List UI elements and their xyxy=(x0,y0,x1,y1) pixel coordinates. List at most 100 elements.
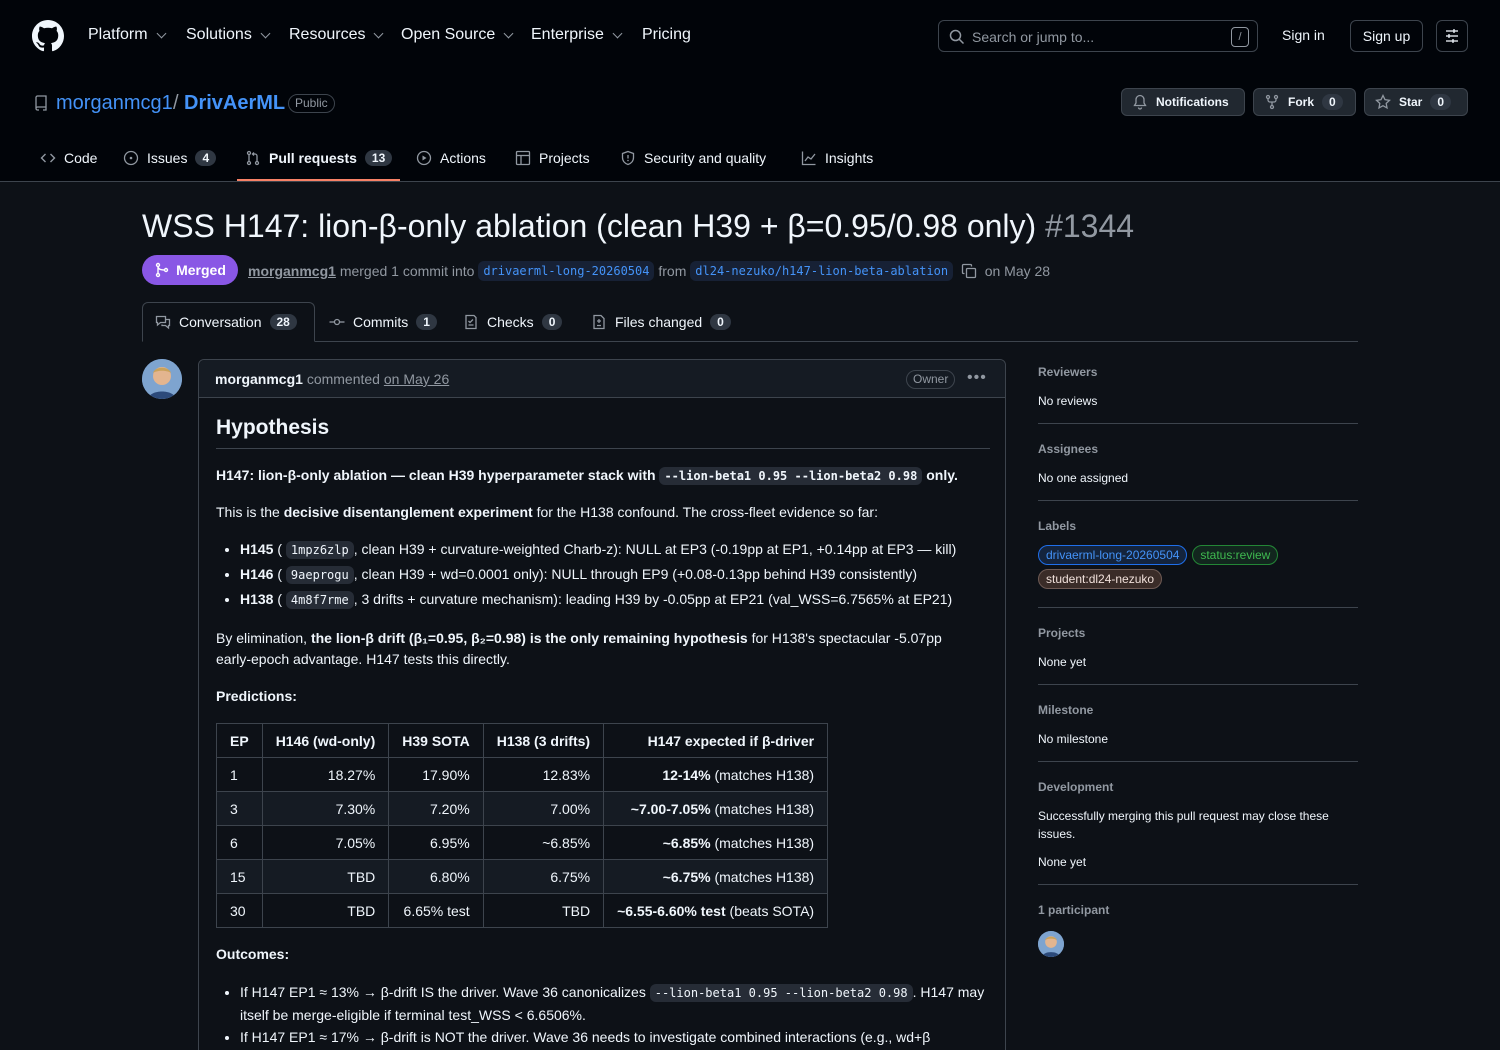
tab-issues[interactable]: Issues 4 xyxy=(123,150,217,166)
table-cell: 7.20% xyxy=(388,791,484,826)
sign-in-link[interactable]: Sign in xyxy=(1282,27,1325,43)
pr-tab-count: 0 xyxy=(710,314,731,330)
pr-tab-checks[interactable]: Checks 0 xyxy=(463,314,563,330)
sidebar-heading[interactable]: Reviewers xyxy=(1038,365,1358,379)
head-branch[interactable]: dl24-nezuko/h147-lion-beta-ablation xyxy=(690,261,954,281)
tab-projects[interactable]: Projects xyxy=(515,150,590,166)
nav-resources[interactable]: Resources xyxy=(289,26,384,44)
table-header: H39 SOTA xyxy=(388,723,484,758)
tab-label: Code xyxy=(64,150,98,166)
table-cell: ~7.00-7.05% (matches H138) xyxy=(603,791,829,826)
table-row: 6 7.05% 6.95% ~6.85% ~6.85% (matches H13… xyxy=(216,825,829,860)
expected-value: ~6.75% xyxy=(662,868,711,885)
outcome-text: If H147 EP1 ≈ 13% → β-drift IS the drive… xyxy=(240,984,646,1000)
nav-label: Platform xyxy=(88,26,148,43)
tab-security[interactable]: Security and quality xyxy=(620,150,766,166)
comment-byline: morganmcg1 commented on May 26 xyxy=(215,371,449,387)
table-header: H147 expected if β-driver xyxy=(603,723,829,758)
sidebar-heading[interactable]: Projects xyxy=(1038,626,1358,640)
tab-insights[interactable]: Insights xyxy=(801,150,873,166)
expected-note: (matches H138) xyxy=(710,800,815,817)
active-tab-indicator xyxy=(237,179,400,181)
nav-open-source[interactable]: Open Source xyxy=(401,26,514,44)
user-avatar-icon xyxy=(142,359,182,399)
predictions-table: EP H146 (wd-only) H39 SOTA H138 (3 drift… xyxy=(216,723,829,928)
star-count: 0 xyxy=(1430,94,1452,110)
pr-title: WSS H147: lion-β-only ablation (clean H3… xyxy=(142,208,1134,245)
table-header-row: EP H146 (wd-only) H39 SOTA H138 (3 drift… xyxy=(216,723,829,758)
nav-enterprise[interactable]: Enterprise xyxy=(531,26,623,44)
run-hash: 4m8f7rme xyxy=(285,591,354,609)
table-cell: 7.00% xyxy=(482,791,605,826)
pr-author-link[interactable]: morganmcg1 xyxy=(248,263,336,279)
nav-pricing[interactable]: Pricing xyxy=(642,26,691,44)
fork-button[interactable]: Fork 0 xyxy=(1253,88,1356,116)
visibility-badge: Public xyxy=(288,94,335,113)
tab-pull-requests[interactable]: Pull requests 13 xyxy=(245,150,393,166)
table-header: H146 (wd-only) xyxy=(261,723,390,758)
sidebar-heading[interactable]: Assignees xyxy=(1038,442,1358,456)
sidebar-assignees: Assignees No one assigned xyxy=(1038,442,1358,487)
pr-tab-conversation[interactable]: Conversation 28 xyxy=(155,314,297,330)
repo-owner-link[interactable]: morganmcg1 xyxy=(56,92,173,115)
sidebar-development: Development Successfully merging this pu… xyxy=(1038,780,1358,871)
base-branch[interactable]: drivaerml-long-20260504 xyxy=(478,261,655,281)
table-cell: 17.90% xyxy=(388,757,484,792)
table-cell: TBD xyxy=(482,893,605,928)
table-row: 30 TBD 6.65% test TBD ~6.55-6.60% test (… xyxy=(216,893,829,928)
table-cell: 12.83% xyxy=(482,757,605,792)
pr-tab-count: 1 xyxy=(416,314,437,330)
sidebar-heading[interactable]: Labels xyxy=(1038,519,1358,533)
nav-label: Pricing xyxy=(642,26,691,43)
expected-note: (matches H138) xyxy=(710,834,815,851)
label-badge[interactable]: drivaerml-long-20260504 xyxy=(1038,545,1188,565)
star-button[interactable]: Star 0 xyxy=(1364,88,1468,116)
sidebar-labels: Labels drivaerml-long-20260504 status:re… xyxy=(1038,519,1358,593)
lead-text: H147: lion-β-only ablation — clean H39 h… xyxy=(216,467,656,483)
tab-label: Pull requests xyxy=(269,150,357,166)
repo-name-link[interactable]: DrivAerML xyxy=(184,92,285,115)
notifications-button[interactable]: Notifications xyxy=(1121,88,1245,116)
star-icon xyxy=(1375,94,1391,110)
nav-label: Resources xyxy=(289,26,366,43)
sign-up-button[interactable]: Sign up xyxy=(1350,20,1423,52)
search-placeholder: Search or jump to... xyxy=(972,29,1095,45)
comment-author-link[interactable]: morganmcg1 xyxy=(215,371,303,387)
code-icon xyxy=(40,153,56,163)
comment-date-link[interactable]: on May 26 xyxy=(384,371,449,387)
list-item: If H147 EP1 ≈ 17% → β-drift is NOT the d… xyxy=(240,1026,984,1048)
pr-tab-commits[interactable]: Commits 1 xyxy=(329,314,437,330)
repo-separator: / xyxy=(173,92,179,114)
table-cell: 15 xyxy=(216,859,263,894)
table-cell: 7.30% xyxy=(261,791,390,826)
label-badge[interactable]: student:dl24-nezuko xyxy=(1038,569,1163,589)
label-badge[interactable]: status:review xyxy=(1192,545,1279,565)
star-label: Star xyxy=(1399,95,1423,109)
participant-avatar[interactable] xyxy=(1038,931,1064,957)
avatar[interactable] xyxy=(142,359,182,399)
sidebar-heading[interactable]: Development xyxy=(1038,780,1358,794)
github-logo-icon[interactable] xyxy=(32,20,64,52)
nav-solutions[interactable]: Solutions xyxy=(186,26,271,44)
shield-icon xyxy=(621,150,635,166)
pr-tab-label: Files changed xyxy=(615,314,703,330)
sidebar-divider xyxy=(1038,884,1358,885)
table-cell: ~6.85% xyxy=(482,825,605,860)
copy-icon[interactable] xyxy=(961,263,977,279)
bullet-text: , clean H39 + curvature-weighted Charb-z… xyxy=(353,541,957,557)
pr-tab-files-changed[interactable]: Files changed 0 xyxy=(591,314,731,330)
sidebar-heading[interactable]: Milestone xyxy=(1038,703,1358,717)
search-input[interactable]: Search or jump to... / xyxy=(938,20,1258,52)
command-palette-button[interactable] xyxy=(1436,20,1468,52)
sidebar-value: None yet xyxy=(1038,855,1087,869)
kebab-horizontal-icon[interactable]: ••• xyxy=(967,369,987,387)
table-cell: TBD xyxy=(261,893,390,928)
intro-text: for the H138 confound. The cross-fleet e… xyxy=(536,504,878,520)
table-row: 3 7.30% 7.20% 7.00% ~7.00-7.05% (matches… xyxy=(216,791,829,826)
nav-platform[interactable]: Platform xyxy=(88,26,167,44)
tab-code[interactable]: Code xyxy=(40,150,97,166)
from-text: from xyxy=(658,263,687,279)
predictions-heading: Predictions: xyxy=(216,688,297,704)
tab-actions[interactable]: Actions xyxy=(416,150,486,166)
comment-header: morganmcg1 commented on May 26 Owner ••• xyxy=(199,360,1005,398)
